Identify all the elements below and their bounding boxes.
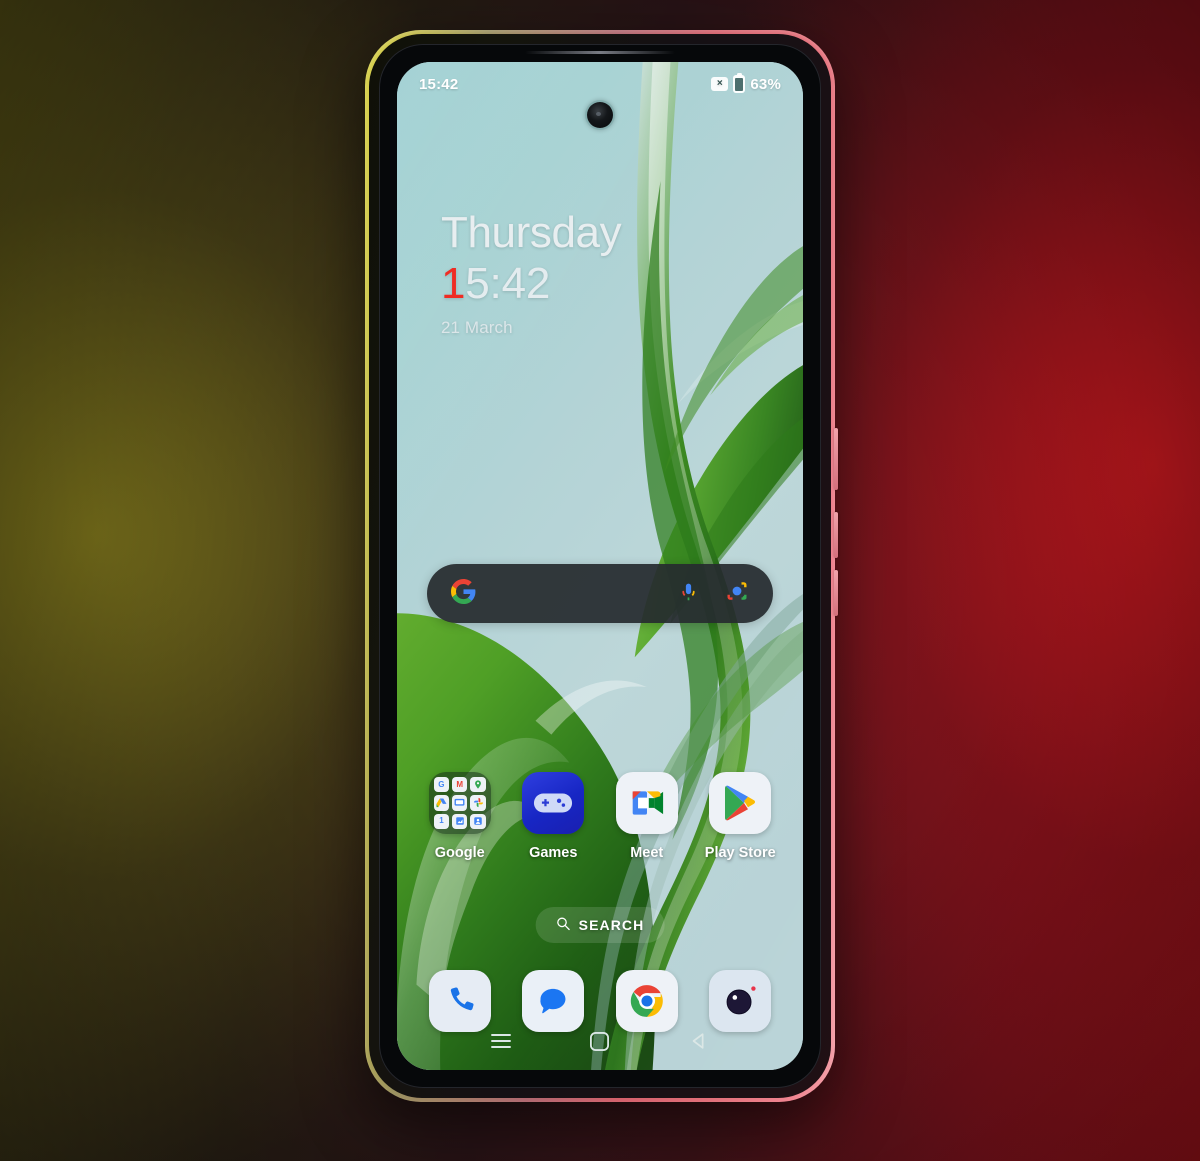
app-label: Play Store [704, 845, 776, 861]
mini-sheets-icon [452, 813, 468, 829]
front-camera-punch-hole [587, 102, 613, 128]
hamburger-recents-icon[interactable] [479, 1025, 523, 1057]
app-games[interactable]: Games [507, 772, 601, 861]
phone-bezel: 15:42 × 63% Thursday 15:42 21 March G M … [379, 44, 821, 1088]
app-meet[interactable]: Meet [600, 772, 694, 861]
meet-camera-icon[interactable] [615, 772, 678, 834]
back-triangle-icon[interactable] [677, 1025, 721, 1057]
battery-icon [733, 72, 746, 93]
mini-maps-icon [470, 777, 486, 793]
clock-widget[interactable]: Thursday 15:42 21 March [441, 208, 622, 338]
status-indicators: × 63% [711, 72, 781, 93]
status-time: 15:42 [419, 75, 459, 93]
play-store-icon[interactable] [709, 772, 772, 834]
gamepad-icon[interactable] [522, 772, 585, 834]
phone-device: 15:42 × 63% Thursday 15:42 21 March G M … [365, 30, 838, 1102]
navigation-bar [397, 1018, 803, 1064]
mini-gmail-icon: M [452, 777, 468, 793]
mini-photos-icon [470, 795, 486, 811]
app-label: Google [434, 845, 485, 861]
microphone-icon[interactable] [678, 580, 699, 608]
app-label: Meet [630, 845, 664, 861]
status-bar: 15:42 × 63% [397, 62, 803, 106]
square-home-icon[interactable] [578, 1025, 622, 1057]
no-sim-icon: × [711, 77, 729, 91]
search-pill-label: SEARCH [578, 917, 645, 933]
clock-time-accent-digit: 1 [441, 258, 466, 308]
battery-percent: 63% [750, 75, 781, 93]
clock-time: 15:42 [441, 258, 621, 309]
google-lens-icon[interactable] [725, 579, 749, 608]
mini-google-icon: G [433, 777, 450, 793]
earpiece-speaker [525, 51, 675, 54]
volume-down-button[interactable] [834, 570, 838, 616]
app-google-folder[interactable]: G M 1 Google [413, 772, 507, 861]
clock-date: 21 March [441, 317, 513, 337]
app-play-store[interactable]: Play Store [694, 772, 788, 861]
google-g-logo [451, 578, 476, 609]
power-button[interactable] [834, 428, 838, 490]
mini-drive-icon [433, 795, 450, 811]
app-label: Games [529, 845, 578, 861]
mini-chat-icon [452, 795, 468, 811]
clock-time-rest: 5:42 [465, 258, 551, 308]
app-grid: G M 1 Google Games Meet Play Store [413, 772, 787, 861]
magnifier-icon [556, 916, 571, 934]
mini-calendar-icon: 1 [433, 813, 450, 829]
google-search-bar[interactable] [427, 564, 773, 623]
clock-day: Thursday [441, 208, 622, 257]
search-pill-button[interactable]: SEARCH [535, 907, 665, 943]
google-folder-icon[interactable]: G M 1 [428, 772, 491, 834]
phone-screen[interactable]: 15:42 × 63% Thursday 15:42 21 March G M … [397, 62, 803, 1070]
mini-contacts-icon [470, 813, 486, 829]
volume-up-button[interactable] [834, 512, 838, 558]
